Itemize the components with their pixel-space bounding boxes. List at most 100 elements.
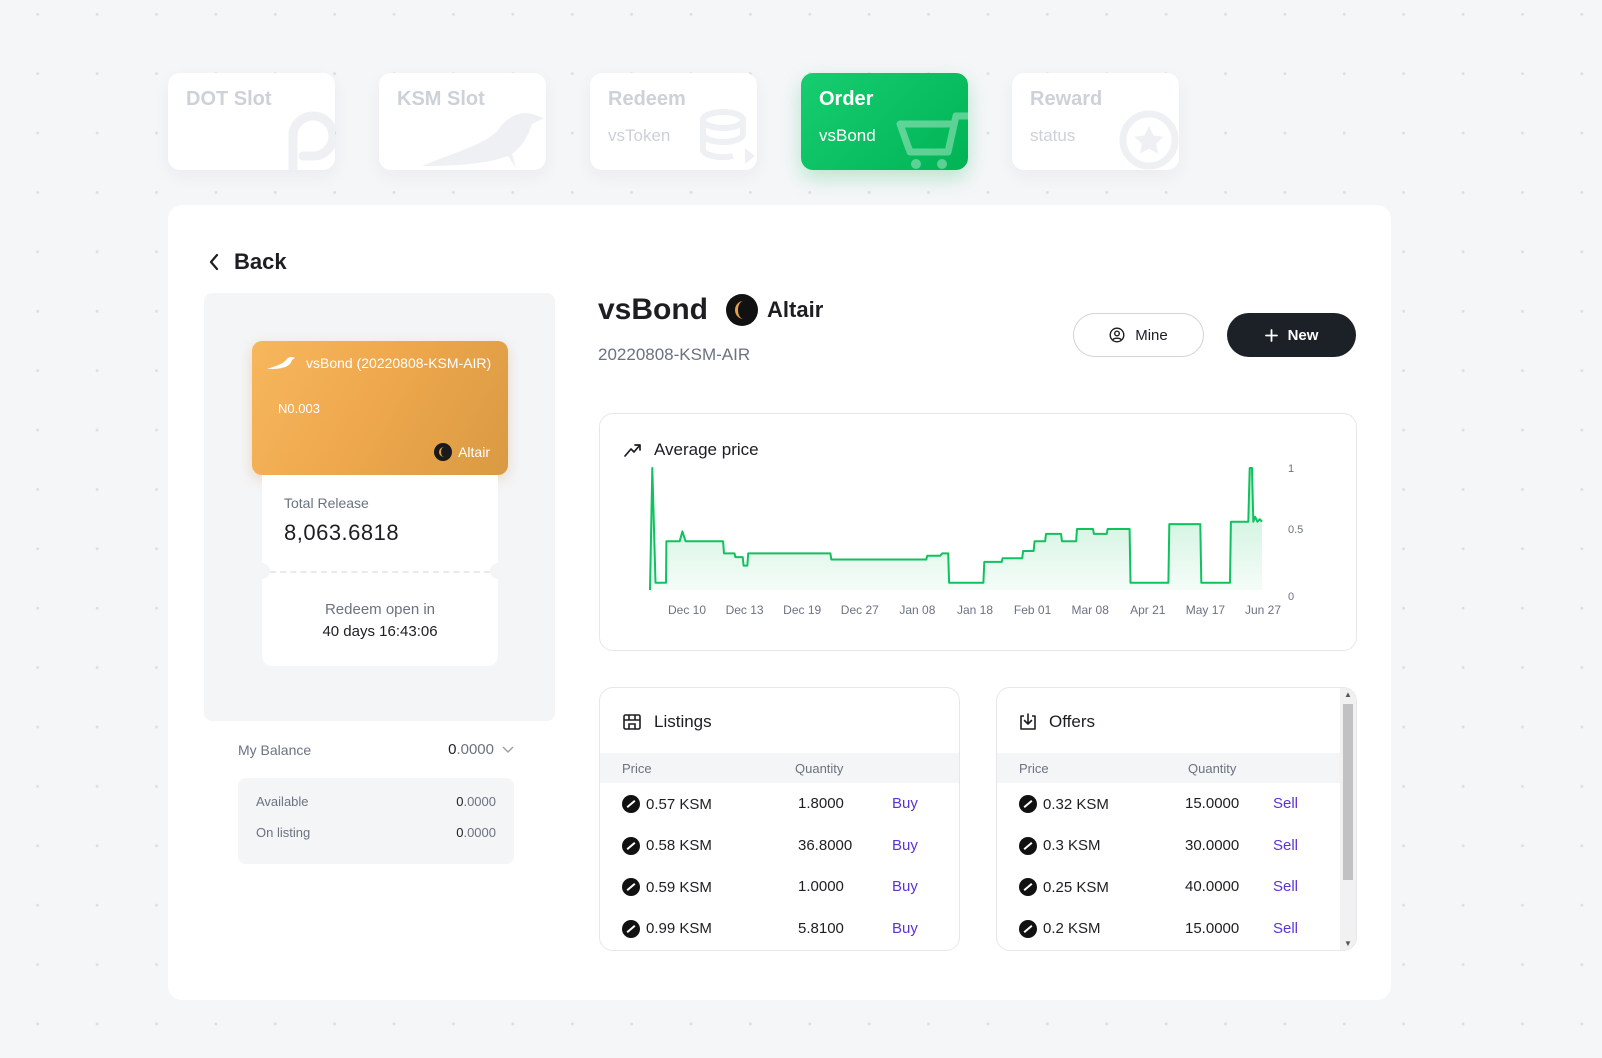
user-circle-icon (1109, 327, 1125, 343)
ksm-token-icon (622, 919, 640, 938)
top-tabs: DOT Slot KSM Slot Redeem vsToken Order v… (168, 73, 1179, 170)
price-cell: 0.99 KSM (622, 919, 712, 938)
cart-icon (896, 112, 968, 169)
bond-card-name: vsBond (20220808-KSM-AIR) (306, 355, 492, 371)
kusama-bird-icon (422, 112, 544, 168)
total-release-value: 8,063.6818 (284, 520, 400, 545)
ksm-token-icon (622, 878, 640, 896)
price-cell: 0.25 KSM (1019, 878, 1109, 896)
buy-link[interactable]: Buy (892, 837, 918, 854)
back-button[interactable]: Back (208, 249, 287, 275)
download-box-icon (1020, 713, 1036, 730)
divider (270, 571, 490, 573)
sell-link[interactable]: Sell (1273, 795, 1298, 812)
new-label: New (1287, 326, 1319, 344)
bond-id: 20220808-KSM-AIR (598, 345, 751, 364)
price-value: 0.58 KSM (646, 837, 712, 854)
ksm-token-icon (1019, 795, 1037, 813)
offers-header: Price Quantity (997, 753, 1340, 783)
price-cell: 0.32 KSM (1019, 795, 1109, 813)
altair-coin-icon (434, 443, 453, 461)
x-tick-label: Dec 13 (726, 603, 764, 617)
price-cell: 0.57 KSM (622, 795, 712, 813)
mine-button[interactable]: Mine (1073, 313, 1204, 357)
price-value: 0.3 KSM (1043, 837, 1101, 854)
tab-redeem[interactable]: Redeem vsToken (590, 73, 757, 170)
chevron-down-icon[interactable] (502, 745, 514, 754)
new-button[interactable]: New (1227, 313, 1356, 357)
x-tick-label: Jun 27 (1245, 603, 1281, 617)
plus-icon (1264, 328, 1278, 342)
y-tick-label: 0.5 (1288, 524, 1303, 536)
offers-title: Offers (1049, 712, 1095, 731)
sell-link[interactable]: Sell (1273, 920, 1298, 937)
price-value: 0.57 KSM (646, 795, 712, 813)
scroll-up-arrow[interactable]: ▲ (1344, 690, 1352, 699)
redeem-open-label: Redeem open in (324, 601, 436, 618)
ksm-token-icon (622, 795, 640, 813)
sell-link[interactable]: Sell (1273, 837, 1298, 854)
ksm-token-icon (1019, 878, 1037, 896)
title-row: vsBond Altair (598, 293, 823, 327)
mine-label: Mine (1135, 326, 1168, 344)
quantity-value: 36.8000 (798, 836, 853, 854)
scroll-down-arrow[interactable]: ▼ (1344, 939, 1352, 948)
issuer-name: Altair (767, 297, 824, 322)
x-tick-label: Dec 27 (841, 603, 879, 617)
ksm-token-icon (1019, 836, 1037, 855)
price-cell: 0.3 KSM (1019, 836, 1101, 855)
my-balance-dec: .0000 (456, 741, 494, 758)
col-price: Price (1019, 761, 1049, 776)
scrollbar-thumb[interactable] (1343, 704, 1353, 880)
table-row: 0.25 KSM 40.0000 Sell (997, 866, 1356, 908)
on-listing-label: On listing (256, 825, 311, 840)
ksm-token-icon (1019, 919, 1037, 938)
quantity-value: 15.0000 (1185, 919, 1240, 937)
buy-link[interactable]: Buy (892, 795, 918, 812)
tab-order[interactable]: Order vsBond (801, 73, 968, 170)
price-value: 0.2 KSM (1043, 920, 1101, 937)
average-price-chart: Average price Dec 10 Dec 13 Dec 19 Dec 27 Ja… (599, 413, 1357, 651)
release-box: Total Release 8,063.6818 Redeem open in … (254, 475, 506, 666)
redeem-countdown: 40 days 16:43:06 (322, 623, 438, 640)
listings-table: Listings Price Quantity 0.57 KSM 1.8000 Bu… (599, 687, 960, 951)
buy-link[interactable]: Buy (892, 878, 918, 895)
tab-ksm-slot[interactable]: KSM Slot (379, 73, 546, 170)
quantity-value: 1.8000 (798, 795, 844, 812)
table-row: 0.59 KSM 1.0000 Buy (600, 866, 959, 908)
x-tick-label: Dec 10 (668, 603, 706, 617)
x-tick-label: Apr 21 (1130, 603, 1166, 617)
quantity-value: 15.0000 (1185, 795, 1240, 812)
ksm-token-icon (622, 836, 640, 855)
table-row: 0.57 KSM 1.8000 Buy (600, 783, 959, 825)
offers-scrollbar[interactable]: ▲ ▼ (1340, 688, 1356, 950)
my-balance[interactable]: My Balance 0.0000 (238, 741, 514, 758)
x-tick-label: Dec 19 (783, 603, 821, 617)
table-row: 0.32 KSM 15.0000 Sell (997, 783, 1356, 825)
total-release-label: Total Release (284, 495, 369, 511)
col-price: Price (622, 761, 652, 776)
star-badge-icon (1119, 110, 1179, 170)
back-label: Back (234, 249, 287, 274)
tab-dot-slot[interactable]: DOT Slot (168, 73, 335, 170)
y-tick-label: 0 (1288, 591, 1294, 603)
sell-link[interactable]: Sell (1273, 878, 1298, 895)
quantity-value: 5.8100 (798, 919, 844, 937)
quantity-value: 1.0000 (798, 878, 844, 895)
buy-link[interactable]: Buy (892, 920, 918, 937)
listings-header: Price Quantity (600, 753, 959, 783)
on-listing-dec: .0000 (463, 825, 496, 840)
quantity-value: 40.0000 (1185, 878, 1240, 895)
page-title: vsBond (598, 293, 709, 326)
chevron-left-icon (209, 253, 219, 271)
table-row: 0.2 KSM 15.0000 Sell (997, 908, 1356, 950)
price-cell: 0.59 KSM (622, 878, 712, 896)
price-value: 0.59 KSM (646, 878, 712, 896)
quantity-value: 30.0000 (1185, 836, 1240, 854)
my-balance-label: My Balance (238, 741, 312, 758)
col-quantity: Quantity (1188, 761, 1237, 776)
table-row: 0.3 KSM 30.0000 Sell (997, 825, 1356, 867)
price-value: 0.32 KSM (1043, 795, 1109, 813)
balance-detail: Available 0.0000 On listing 0.0000 (238, 778, 514, 864)
tab-reward[interactable]: Reward status (1012, 73, 1179, 170)
